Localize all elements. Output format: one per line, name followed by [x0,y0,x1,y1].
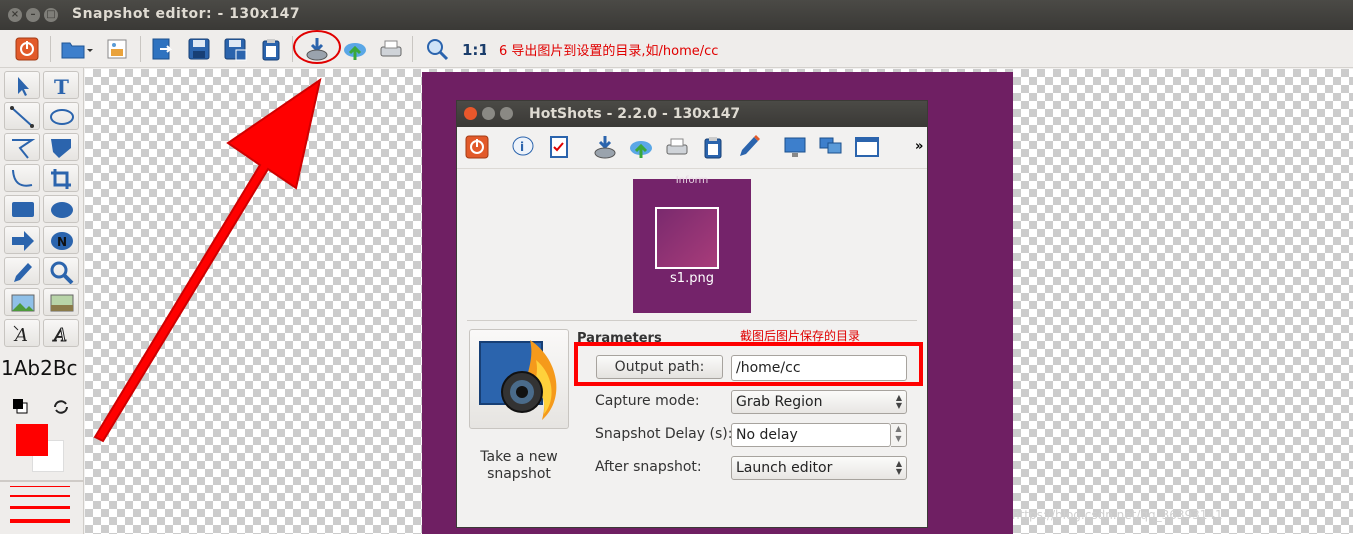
watermark: https://blog.csdn.net/qq_36393141 [1012,508,1223,522]
red-arrow-annotation [93,77,322,443]
snapshot-editor-window: × – □ Snapshot editor: - 130x147 1:1 6 导… [0,0,1353,534]
